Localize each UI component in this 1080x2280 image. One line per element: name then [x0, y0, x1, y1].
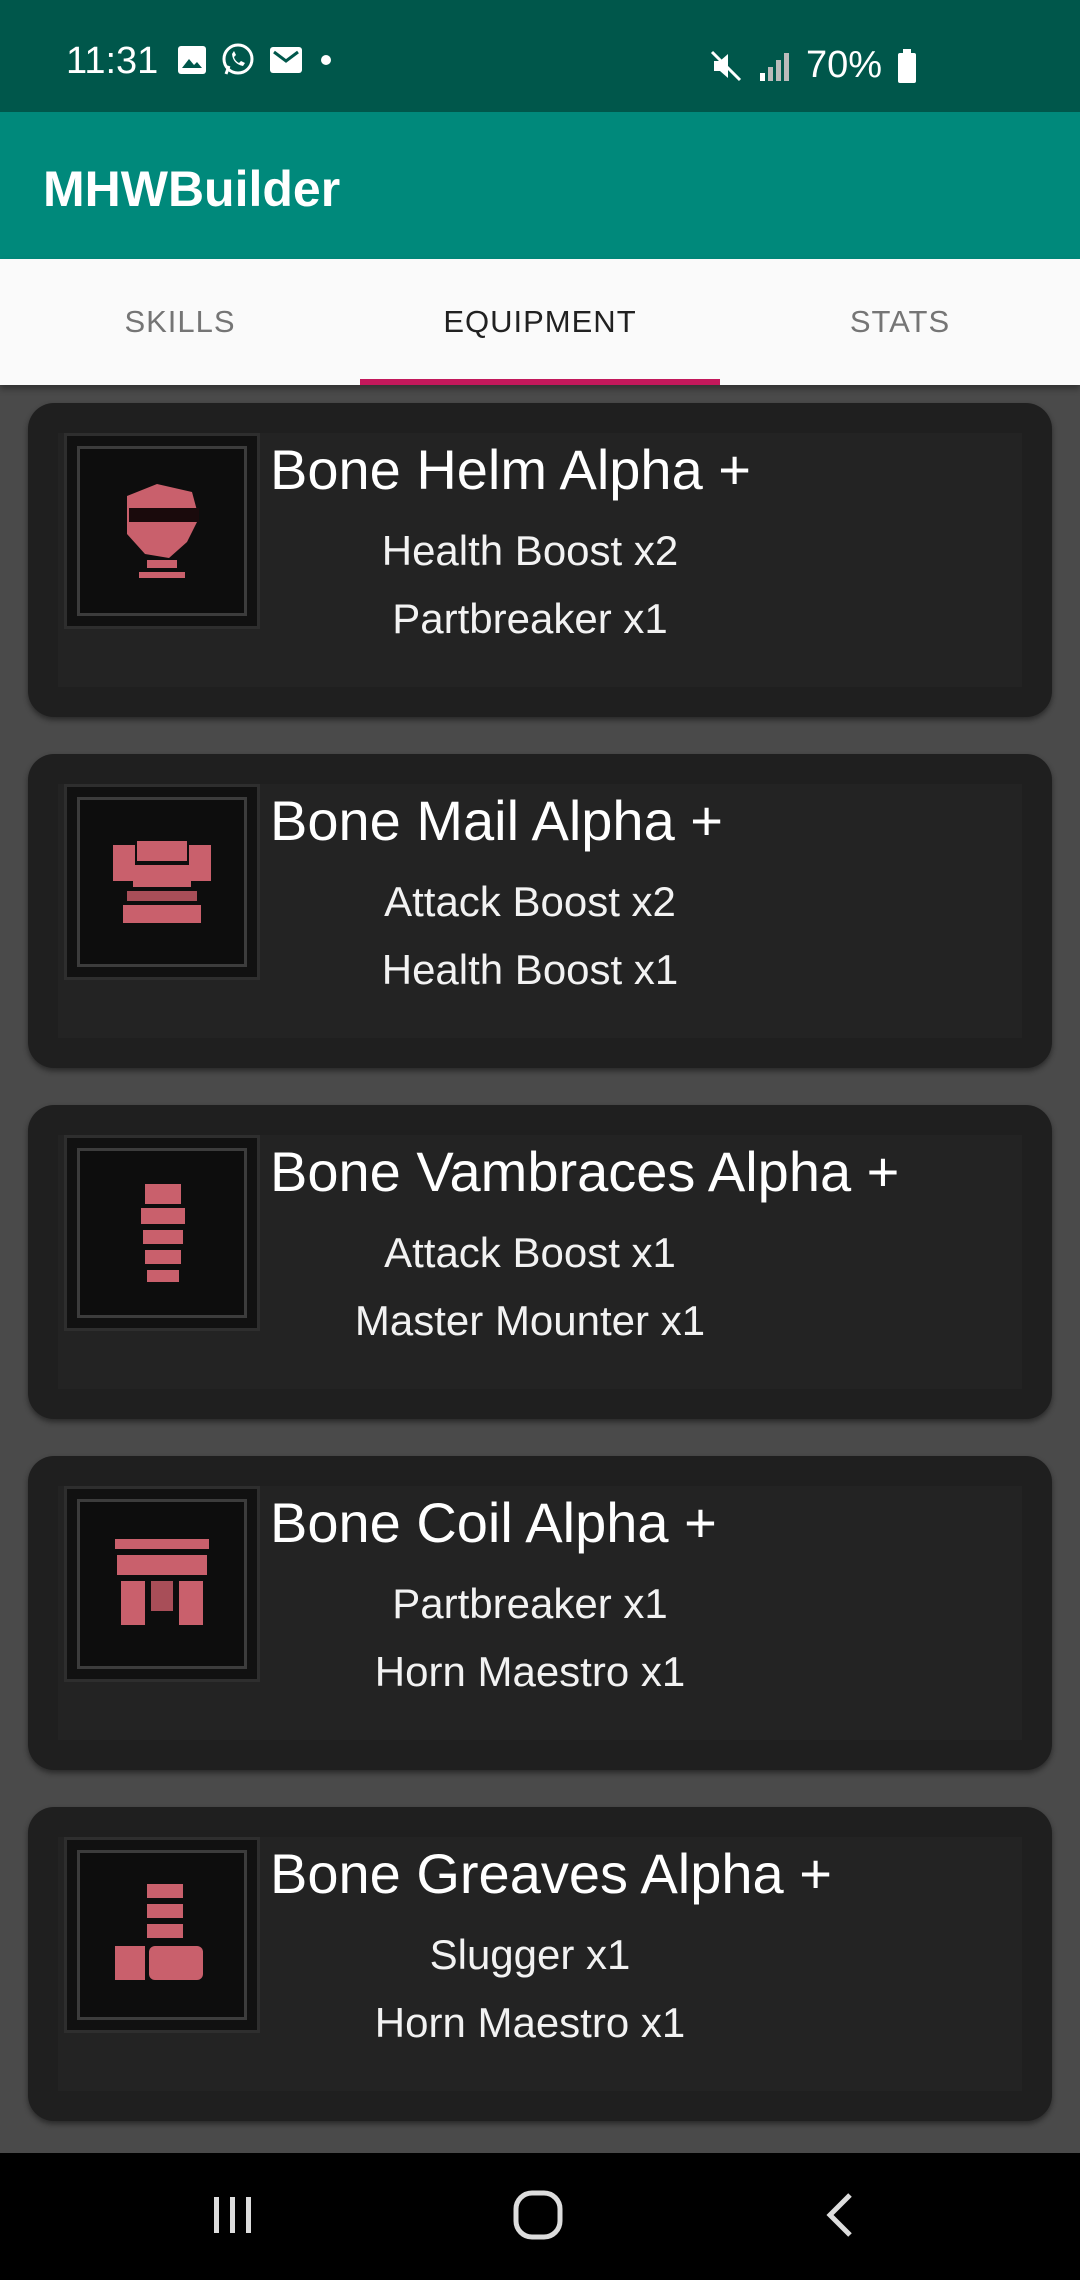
back-button[interactable]	[816, 2187, 866, 2243]
battery-icon	[898, 48, 917, 83]
equipment-skill: Health Boost x2	[381, 527, 679, 574]
dot-icon	[321, 55, 331, 65]
gallery-icon	[178, 46, 206, 74]
equipment-name: Bone Mail Alpha +	[270, 789, 723, 852]
waist-armor-icon	[64, 1486, 260, 1682]
battery-percent: 70%	[806, 44, 883, 86]
equipment-skill: Horn Maestro x1	[374, 1999, 686, 2046]
equipment-name: Bone Helm Alpha +	[270, 438, 751, 501]
equipment-skill: Attack Boost x2	[384, 878, 676, 925]
equipment-name: Bone Coil Alpha +	[270, 1491, 717, 1554]
equipment-skill: Health Boost x1	[381, 946, 679, 993]
whatsapp-icon	[222, 43, 254, 75]
tab-stats[interactable]: STATS	[720, 259, 1080, 385]
tab-indicator	[360, 379, 720, 385]
mail-icon	[270, 47, 302, 73]
signal-icon	[760, 52, 789, 81]
mute-icon	[710, 50, 742, 81]
home-button[interactable]	[508, 2187, 572, 2243]
recents-button[interactable]	[208, 2187, 258, 2243]
tab-skills[interactable]: SKILLS	[0, 259, 360, 385]
helm-icon	[64, 433, 260, 629]
app-title: MHWBuilder	[43, 161, 341, 217]
equipment-skill: Partbreaker x1	[392, 595, 668, 642]
status-notification-icons	[176, 42, 336, 78]
equipment-skill: Slugger x1	[429, 1931, 631, 1978]
equipment-skill: Master Mounter x1	[354, 1297, 706, 1344]
equipment-card-coil[interactable]: Bone Coil Alpha + Partbreaker x1 Horn Ma…	[28, 1456, 1052, 1770]
tab-equipment[interactable]: EQUIPMENT	[360, 259, 720, 385]
equipment-card-vambraces[interactable]: Bone Vambraces Alpha + Attack Boost x1 M…	[28, 1105, 1052, 1419]
tab-bar: SKILLS EQUIPMENT STATS	[0, 259, 1080, 385]
equipment-skill: Attack Boost x1	[384, 1229, 676, 1276]
equipment-skill: Partbreaker x1	[392, 1580, 668, 1627]
equipment-name: Bone Vambraces Alpha +	[270, 1140, 900, 1203]
equipment-card-greaves[interactable]: Bone Greaves Alpha + Slugger x1 Horn Mae…	[28, 1807, 1052, 2121]
equipment-skill: Horn Maestro x1	[374, 1648, 686, 1695]
equipment-card-helm[interactable]: Bone Helm Alpha + Health Boost x2 Partbr…	[28, 403, 1052, 717]
equipment-card-mail[interactable]: Bone Mail Alpha + Attack Boost x2 Health…	[28, 754, 1052, 1068]
status-bar: 11:31 70%	[0, 0, 1080, 112]
gauntlet-icon	[64, 1135, 260, 1331]
status-time: 11:31	[66, 40, 159, 82]
chest-armor-icon	[64, 784, 260, 980]
equipment-name: Bone Greaves Alpha +	[270, 1842, 832, 1905]
app-bar: MHWBuilder	[0, 112, 1080, 259]
system-nav-bar	[0, 2153, 1080, 2280]
greaves-icon	[64, 1837, 260, 2033]
